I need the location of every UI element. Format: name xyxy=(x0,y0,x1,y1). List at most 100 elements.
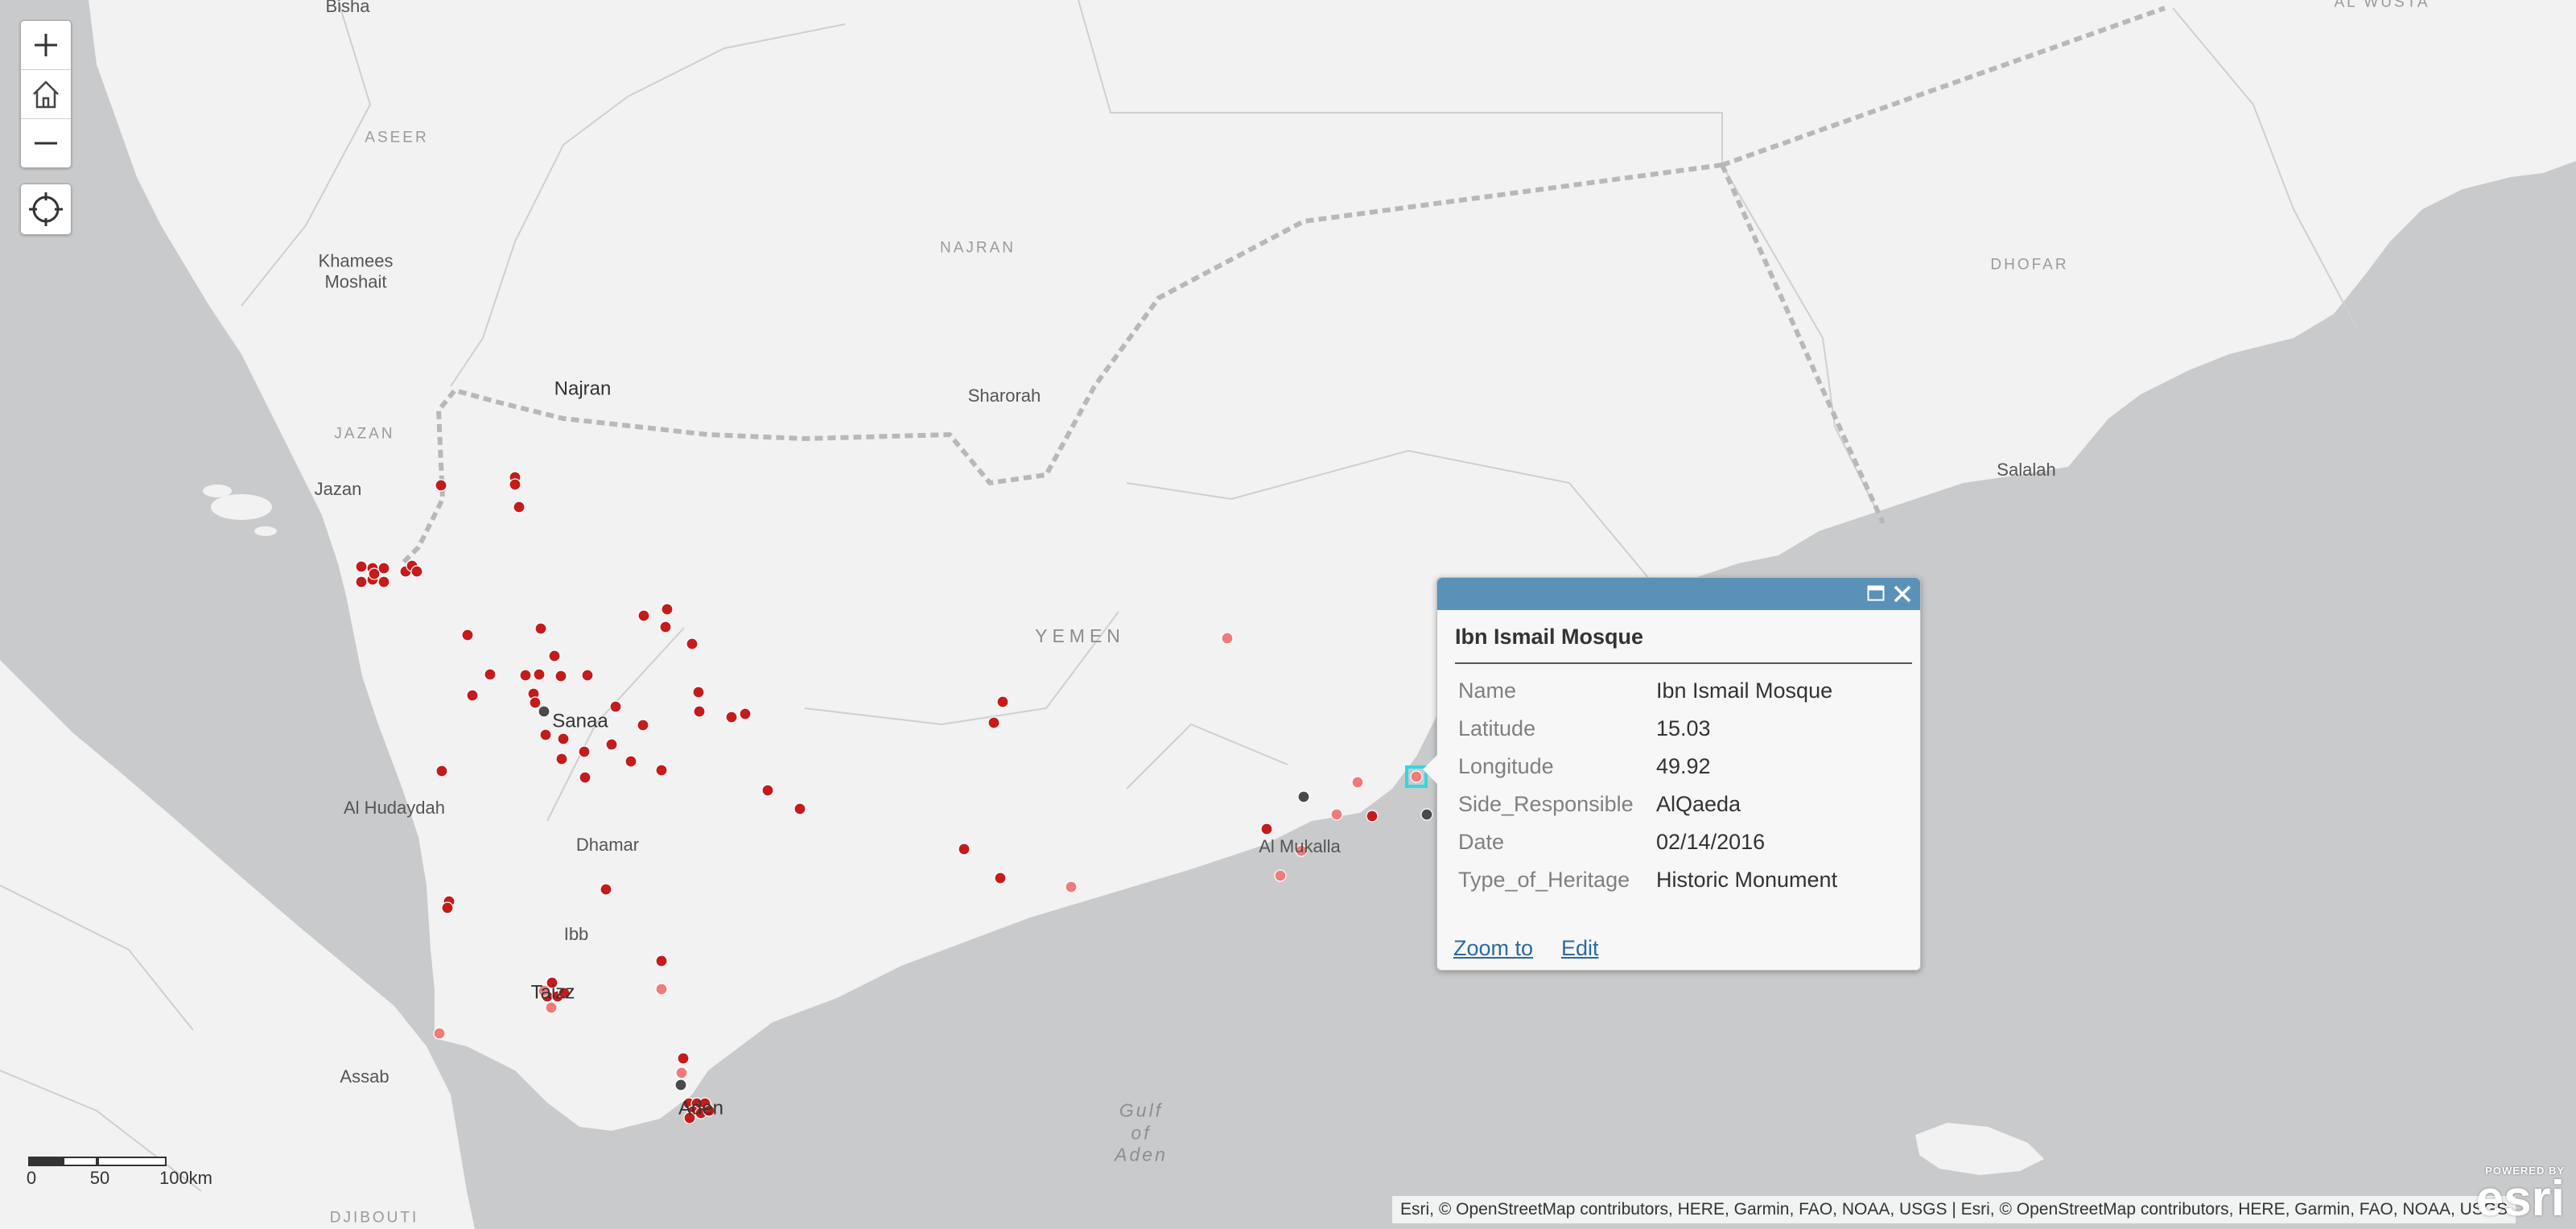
heritage-point[interactable] xyxy=(466,689,479,702)
close-button[interactable] xyxy=(1893,584,1912,608)
heritage-point[interactable] xyxy=(539,728,552,741)
heritage-point[interactable] xyxy=(661,603,674,616)
zoom-to-link[interactable]: Zoom to xyxy=(1453,936,1533,961)
zoom-control xyxy=(20,20,72,168)
heritage-point[interactable] xyxy=(996,695,1009,708)
heritage-point[interactable] xyxy=(1274,869,1287,882)
heritage-point[interactable] xyxy=(529,696,542,709)
heritage-point[interactable] xyxy=(693,705,706,718)
field-value: 49.92 xyxy=(1656,754,1711,778)
table-row: Latitude 15.03 xyxy=(1455,710,1906,748)
heritage-point[interactable] xyxy=(1330,808,1343,821)
locate-button[interactable] xyxy=(20,184,72,235)
field-value: Historic Monument xyxy=(1656,868,1838,892)
heritage-point[interactable] xyxy=(534,622,547,635)
zoom-out-button[interactable] xyxy=(21,119,71,167)
heritage-point[interactable] xyxy=(355,560,368,573)
heritage-point[interactable] xyxy=(555,753,568,765)
label-al-wusta: AL WUSTA xyxy=(2334,0,2430,11)
heritage-point[interactable] xyxy=(677,1052,690,1065)
field-key: Date xyxy=(1458,830,1505,854)
label-al-hudaydah: Al Hudaydah xyxy=(344,797,445,818)
heritage-point[interactable] xyxy=(484,668,497,681)
heritage-point[interactable] xyxy=(509,478,521,491)
heritage-point[interactable] xyxy=(579,771,591,784)
heritage-point[interactable] xyxy=(435,765,448,777)
basemap[interactable] xyxy=(0,0,2576,1229)
label-salalah: Salalah xyxy=(1997,459,2056,480)
heritage-point[interactable] xyxy=(600,883,612,896)
heritage-point[interactable] xyxy=(987,716,1000,729)
field-value: 02/14/2016 xyxy=(1656,830,1766,854)
heritage-point[interactable] xyxy=(554,670,567,683)
field-value: Ibn Ismail Mosque xyxy=(1656,678,1833,703)
popup-pointer xyxy=(1423,755,1437,784)
heritage-point[interactable] xyxy=(1351,776,1364,789)
label-aden: Aden xyxy=(678,1097,724,1120)
heritage-point[interactable] xyxy=(1420,808,1433,821)
edit-link[interactable]: Edit xyxy=(1561,936,1599,961)
popup-attributes-table: Name Ibn Ismail Mosque Latitude 15.03 Long… xyxy=(1455,672,1906,899)
heritage-point[interactable] xyxy=(659,621,672,633)
heritage-point[interactable] xyxy=(377,575,390,588)
heritage-point[interactable] xyxy=(637,609,650,622)
maximize-icon xyxy=(1867,585,1885,601)
heritage-point[interactable] xyxy=(1297,790,1310,803)
heritage-point[interactable] xyxy=(441,901,454,914)
heritage-point[interactable] xyxy=(655,955,668,967)
heritage-point[interactable] xyxy=(433,1027,446,1040)
label-al-mukalla: Al Mukalla xyxy=(1259,835,1341,856)
heritage-point[interactable] xyxy=(655,983,668,996)
heritage-point[interactable] xyxy=(675,1066,688,1079)
zoom-in-button[interactable] xyxy=(21,21,71,70)
heritage-point[interactable] xyxy=(637,719,649,732)
heritage-point[interactable] xyxy=(1221,632,1234,645)
heritage-point[interactable] xyxy=(692,686,705,699)
heritage-point[interactable] xyxy=(1260,823,1273,835)
label-bisha: Bisha xyxy=(325,0,370,16)
heritage-point[interactable] xyxy=(1410,770,1423,783)
heritage-point[interactable] xyxy=(1065,881,1078,893)
label-assab: Assab xyxy=(340,1066,389,1087)
label-yemen: YEMEN xyxy=(1035,625,1125,647)
heritage-point[interactable] xyxy=(548,650,561,662)
heritage-point[interactable] xyxy=(513,501,526,513)
heritage-point[interactable] xyxy=(519,669,532,682)
heritage-point[interactable] xyxy=(605,738,618,751)
heritage-point[interactable] xyxy=(686,637,699,650)
heritage-point[interactable] xyxy=(355,575,368,588)
heritage-point[interactable] xyxy=(609,700,622,713)
scale-label-100km: 100km xyxy=(159,1168,213,1188)
heritage-point[interactable] xyxy=(624,755,637,768)
heritage-point[interactable] xyxy=(581,669,594,682)
heritage-point[interactable] xyxy=(1366,810,1379,823)
heritage-point[interactable] xyxy=(761,784,774,797)
heritage-point[interactable] xyxy=(435,479,447,492)
scale-segment xyxy=(97,1157,167,1166)
feature-popup: Ibn Ismail Mosque Name Ibn Ismail Mosque … xyxy=(1423,577,1921,971)
home-icon xyxy=(33,80,59,109)
esri-wordmark: esri xyxy=(2475,1171,2565,1227)
heritage-point[interactable] xyxy=(557,732,570,745)
heritage-point[interactable] xyxy=(655,764,668,777)
heritage-point[interactable] xyxy=(461,629,474,641)
home-button[interactable] xyxy=(21,70,71,119)
heritage-point[interactable] xyxy=(578,745,591,758)
heritage-point[interactable] xyxy=(958,843,971,856)
maximize-button[interactable] xyxy=(1867,585,1885,605)
heritage-point[interactable] xyxy=(739,707,752,720)
heritage-point[interactable] xyxy=(674,1078,687,1091)
heritage-point[interactable] xyxy=(725,711,738,724)
esri-logo[interactable]: POWERED BY esri xyxy=(2475,1165,2565,1227)
label-ibb: Ibb xyxy=(563,923,589,944)
map-attribution[interactable]: Esri, © OpenStreetMap contributors, HERE… xyxy=(1392,1196,2516,1223)
label-jazan-city: Jazan xyxy=(314,478,362,499)
heritage-point[interactable] xyxy=(994,872,1007,885)
heritage-point[interactable] xyxy=(368,567,381,580)
heritage-point[interactable] xyxy=(538,705,550,718)
field-key: Side_Responsible xyxy=(1458,792,1634,816)
heritage-point[interactable] xyxy=(533,668,546,681)
heritage-point[interactable] xyxy=(793,802,806,815)
popup-divider xyxy=(1455,662,1912,664)
heritage-point[interactable] xyxy=(410,565,423,578)
